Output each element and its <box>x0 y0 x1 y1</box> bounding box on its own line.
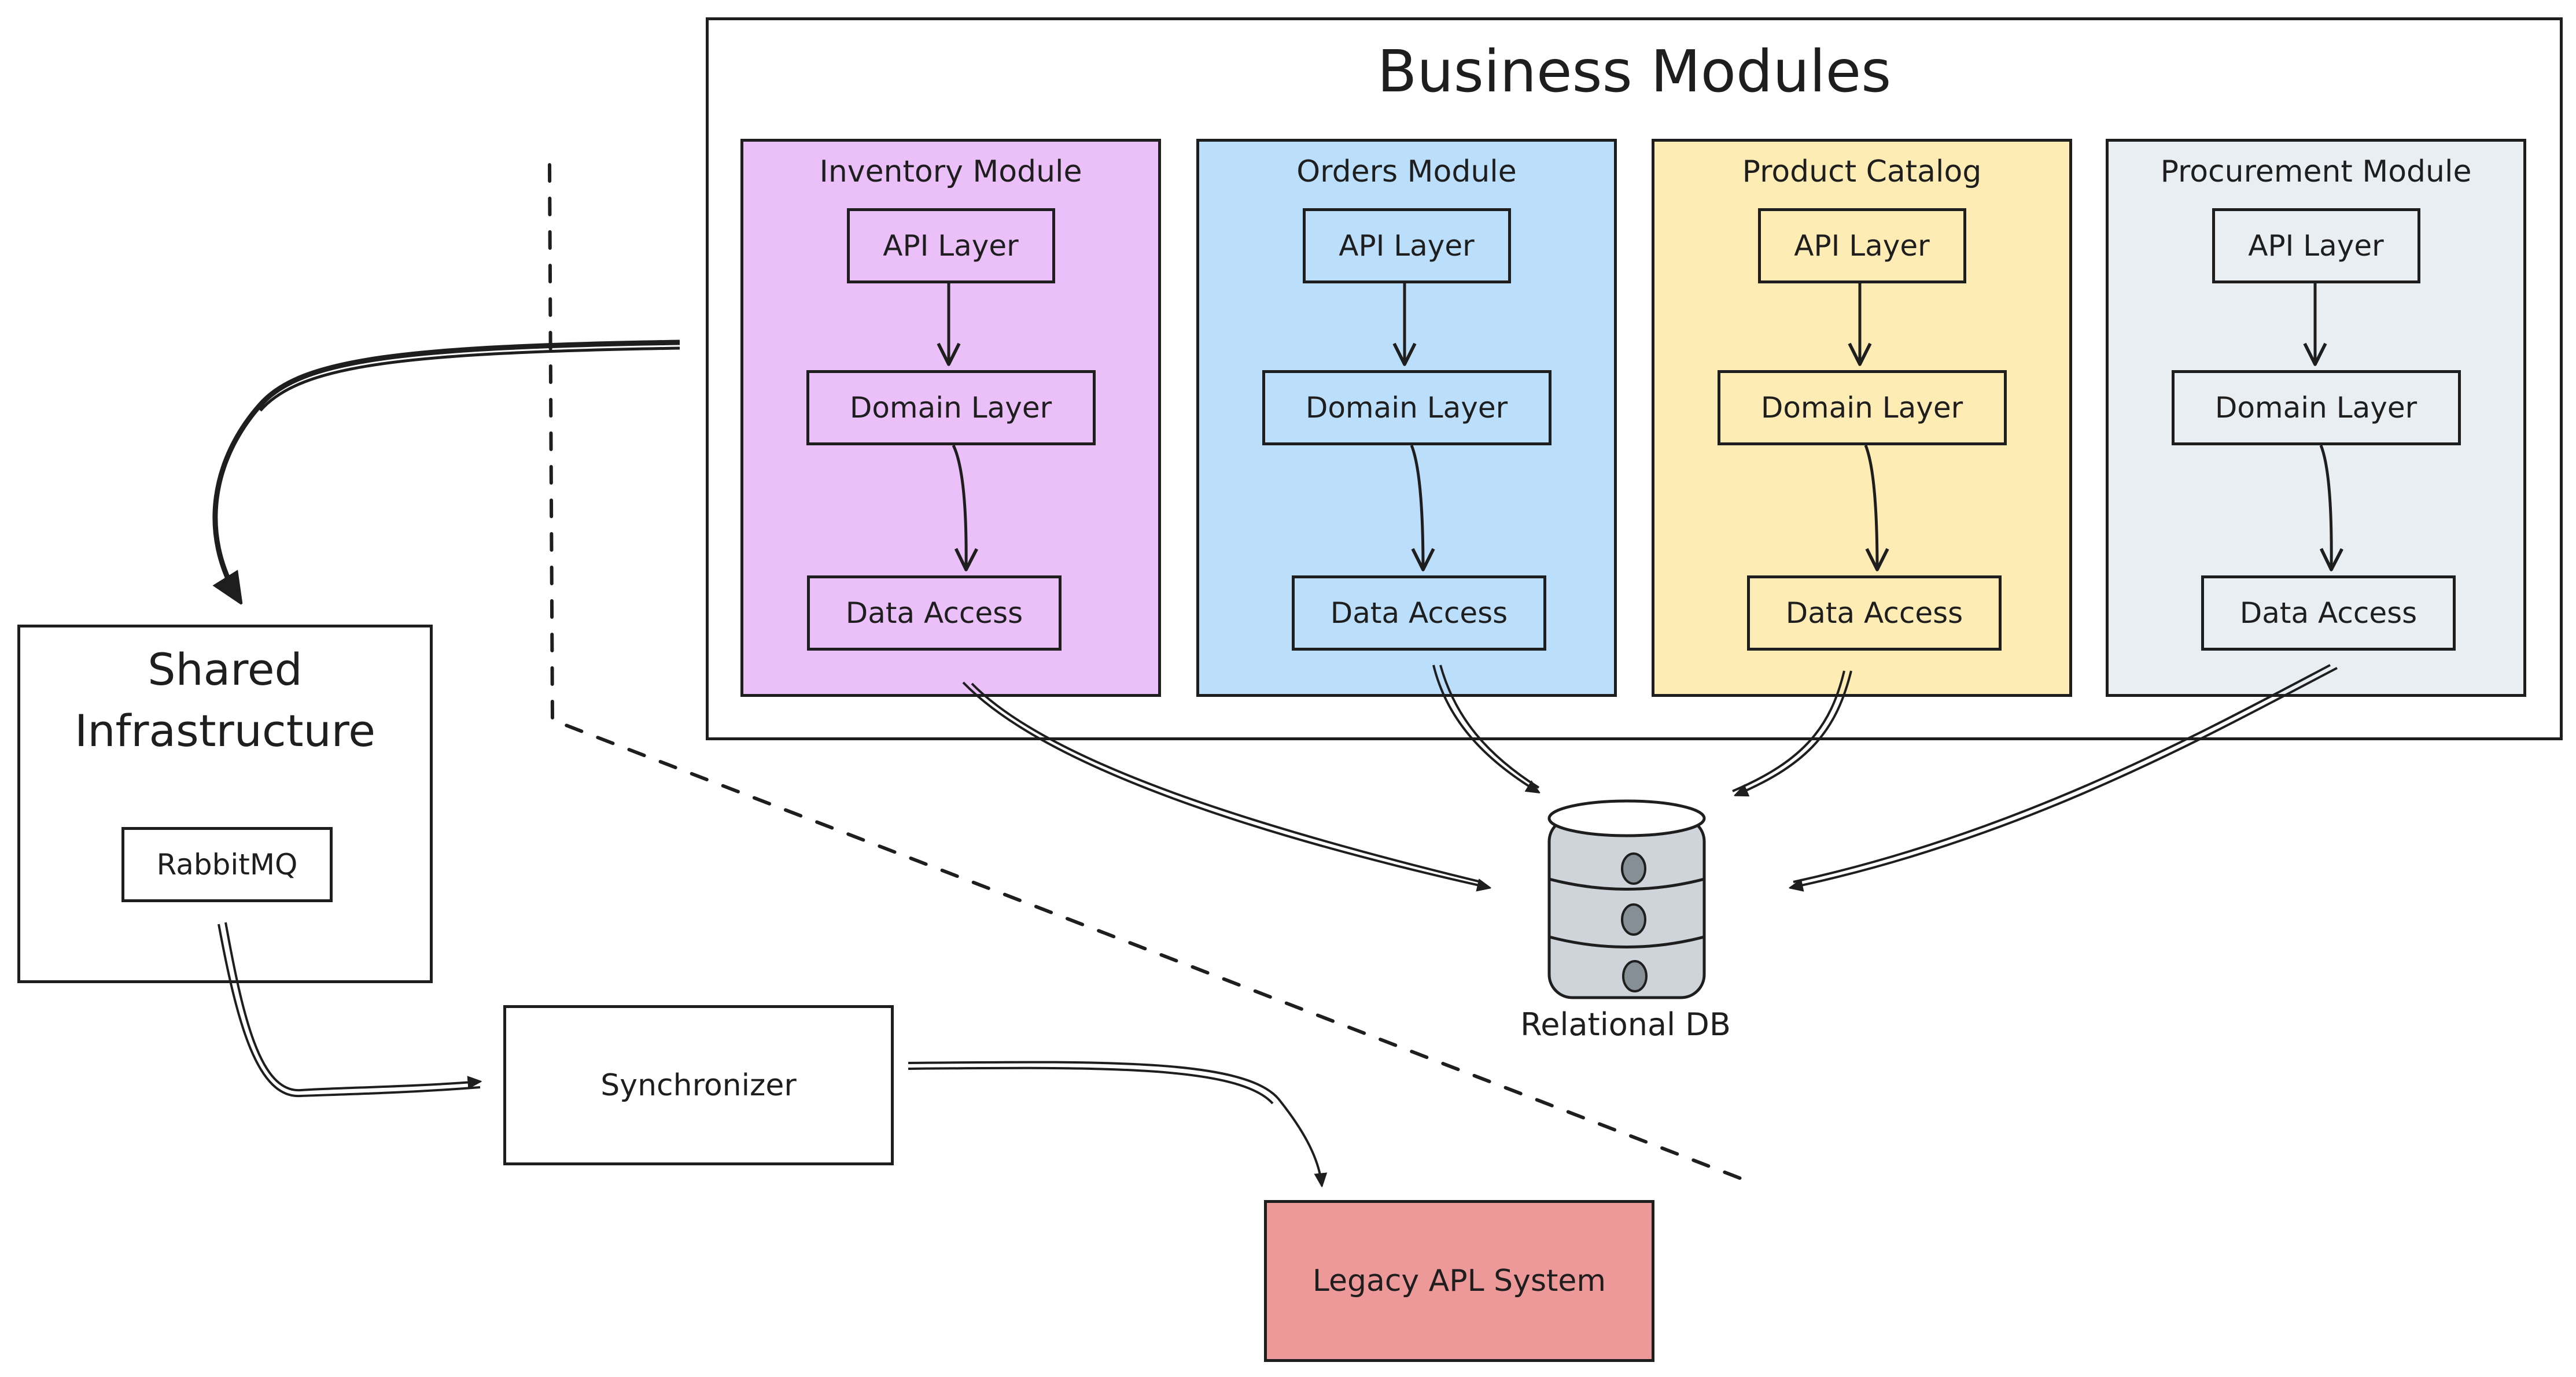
synchronizer-box[interactable]: Synchronizer <box>503 1005 894 1165</box>
rabbitmq-box[interactable]: RabbitMQ <box>121 827 333 902</box>
api-layer-box[interactable]: API Layer <box>1302 208 1511 283</box>
shared-infrastructure-title: Shared Infrastructure <box>74 644 376 756</box>
shared-infrastructure-box[interactable]: Shared Infrastructure RabbitMQ <box>17 625 433 983</box>
database-icon <box>1547 799 1706 999</box>
api-layer-box[interactable]: API Layer <box>846 208 1055 283</box>
arrow-sync-to-legacy <box>908 1061 1322 1186</box>
api-layer-box[interactable]: API Layer <box>2212 208 2420 283</box>
domain-layer-box[interactable]: Domain Layer <box>1262 370 1552 445</box>
db-ring <box>1549 935 1705 948</box>
module-title: Product Catalog <box>1742 154 1982 189</box>
domain-layer-box[interactable]: Domain Layer <box>806 370 1096 445</box>
api-layer-box[interactable]: API Layer <box>1757 208 1966 283</box>
module-title: Orders Module <box>1296 154 1517 189</box>
module-title: Procurement Module <box>2160 154 2472 189</box>
inventory-module[interactable]: Inventory Module API Layer Domain Layer … <box>740 139 1161 697</box>
relational-db-label: Relational DB <box>1520 1006 1731 1043</box>
arrow-frame-to-shared <box>212 339 680 601</box>
legacy-apl-system-box[interactable]: Legacy APL System <box>1264 1200 1654 1362</box>
orders-module[interactable]: Orders Module API Layer Domain Layer Dat… <box>1196 139 1617 697</box>
data-access-box[interactable]: Data Access <box>807 575 1062 651</box>
db-dot <box>1622 960 1648 992</box>
procurement-module[interactable]: Procurement Module API Layer Domain Laye… <box>2106 139 2526 697</box>
data-access-box[interactable]: Data Access <box>1747 575 2002 651</box>
product-catalog-module[interactable]: Product Catalog API Layer Domain Layer D… <box>1652 139 2072 697</box>
domain-layer-box[interactable]: Domain Layer <box>1717 370 2007 445</box>
data-access-box[interactable]: Data Access <box>1292 575 1546 651</box>
db-dot <box>1621 852 1646 885</box>
business-modules-title: Business Modules <box>1377 38 1892 105</box>
data-access-box[interactable]: Data Access <box>2201 575 2456 651</box>
module-title: Inventory Module <box>819 154 1082 189</box>
domain-layer-box[interactable]: Domain Layer <box>2171 370 2461 445</box>
db-dot <box>1621 903 1646 936</box>
